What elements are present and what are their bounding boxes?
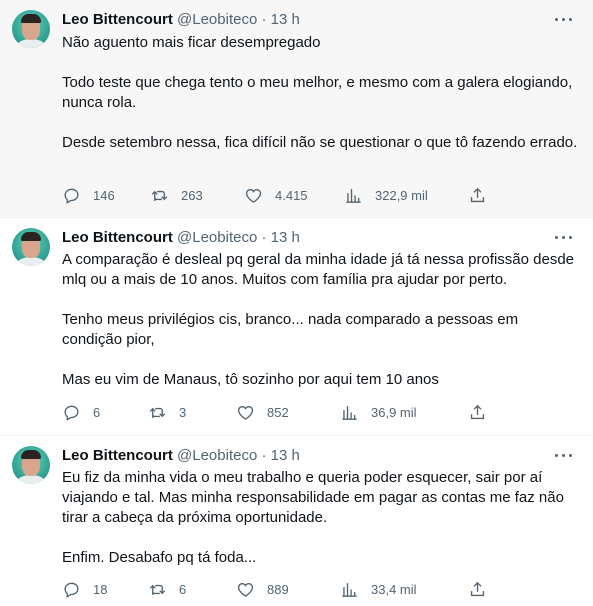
tweet-paragraph: Todo teste que chega tento o meu melhor,… (62, 74, 573, 111)
retweet-button[interactable]: 263 (150, 185, 203, 205)
separator: · (261, 447, 267, 464)
retweet-icon (149, 584, 166, 595)
tweet-paragraph: Eu fiz da minha vida o meu trabalho e qu… (62, 469, 564, 526)
tweet-paragraph: Mas eu vim de Manaus, tô sozinho por aqu… (62, 371, 439, 388)
timestamp[interactable]: 13 h (271, 11, 300, 28)
reply-button[interactable]: 146 (62, 185, 115, 205)
reply-icon (64, 405, 79, 421)
tweet-header: Leo Bittencourt @Leobiteco · 13 h (62, 228, 300, 248)
author-name[interactable]: Leo Bittencourt (62, 229, 173, 246)
like-icon (245, 188, 262, 203)
reply-button[interactable]: 18 (62, 579, 107, 599)
separator: · (261, 229, 267, 246)
action-bar: 18 6 889 33,4 mil (62, 579, 492, 599)
tweet-text: Eu fiz da minha vida o meu trabalho e qu… (62, 468, 582, 568)
views-icon (342, 405, 357, 420)
author-handle[interactable]: @Leobiteco (177, 11, 257, 28)
action-bar: 146 263 4.415 322,9 mil (62, 185, 492, 205)
tweet-paragraph: A comparação é desleal pq geral da minha… (62, 251, 574, 288)
like-icon (237, 405, 254, 420)
like-icon (237, 582, 254, 597)
views-count: 36,9 mil (371, 404, 417, 420)
like-count: 4.415 (275, 187, 308, 203)
share-icon (470, 581, 485, 596)
tweet-paragraph: Enfim. Desabafo pq tá foda... (62, 549, 257, 566)
reply-button[interactable]: 6 (62, 402, 100, 422)
views-count: 322,9 mil (375, 187, 428, 203)
reply-icon (64, 582, 79, 598)
author-avatar[interactable] (12, 228, 50, 266)
tweet[interactable]: Leo Bittencourt @Leobiteco · 13 h Eu fiz… (0, 436, 593, 606)
like-count: 889 (267, 581, 289, 597)
share-button[interactable] (468, 402, 487, 422)
retweet-count: 6 (179, 581, 187, 597)
author-avatar[interactable] (12, 10, 50, 48)
like-button[interactable]: 852 (236, 402, 289, 422)
tweet-paragraph: Tenho meus privilégios cis, branco... na… (62, 311, 519, 348)
reply-count: 6 (93, 404, 101, 420)
retweet-icon (151, 190, 168, 201)
timestamp[interactable]: 13 h (271, 229, 300, 246)
retweet-icon (149, 407, 166, 418)
views-button[interactable]: 33,4 mil (340, 579, 417, 599)
tweet-header: Leo Bittencourt @Leobiteco · 13 h (62, 10, 300, 30)
reply-icon (64, 188, 79, 204)
like-button[interactable]: 889 (236, 579, 289, 599)
retweet-button[interactable]: 3 (148, 402, 186, 422)
views-icon (342, 582, 357, 597)
more-icon[interactable] (555, 18, 573, 22)
timestamp[interactable]: 13 h (271, 447, 300, 464)
reply-count: 146 (93, 187, 115, 203)
author-name[interactable]: Leo Bittencourt (62, 447, 173, 464)
share-button[interactable] (468, 579, 487, 599)
share-icon (470, 404, 485, 419)
views-button[interactable]: 322,9 mil (344, 185, 428, 205)
more-icon[interactable] (555, 236, 573, 240)
tweet-header: Leo Bittencourt @Leobiteco · 13 h (62, 446, 300, 466)
author-handle[interactable]: @Leobiteco (177, 229, 257, 246)
author-handle[interactable]: @Leobiteco (177, 447, 257, 464)
tweet[interactable]: Leo Bittencourt @Leobiteco · 13 h Não ag… (0, 0, 593, 218)
action-bar: 6 3 852 36,9 mil (62, 402, 492, 422)
tweet-text: A comparação é desleal pq geral da minha… (62, 250, 582, 390)
share-button[interactable] (468, 185, 487, 205)
more-icon[interactable] (555, 454, 573, 458)
reply-count: 18 (93, 581, 108, 597)
author-avatar[interactable] (12, 446, 50, 484)
author-name[interactable]: Leo Bittencourt (62, 11, 173, 28)
retweet-count: 3 (179, 404, 187, 420)
tweet[interactable]: Leo Bittencourt @Leobiteco · 13 h A comp… (0, 218, 593, 436)
views-icon (346, 188, 361, 203)
retweet-button[interactable]: 6 (148, 579, 186, 599)
tweet-paragraph: Desde setembro nessa, fica difícil não s… (62, 134, 578, 151)
tweet-paragraph: Não aguento mais ficar desempregado (62, 34, 321, 51)
like-count: 852 (267, 404, 289, 420)
tweet-text: Não aguento mais ficar desempregado Todo… (62, 33, 582, 153)
retweet-count: 263 (181, 187, 203, 203)
separator: · (261, 11, 267, 28)
share-icon (470, 187, 485, 202)
views-count: 33,4 mil (371, 581, 417, 597)
views-button[interactable]: 36,9 mil (340, 402, 417, 422)
like-button[interactable]: 4.415 (244, 185, 308, 205)
